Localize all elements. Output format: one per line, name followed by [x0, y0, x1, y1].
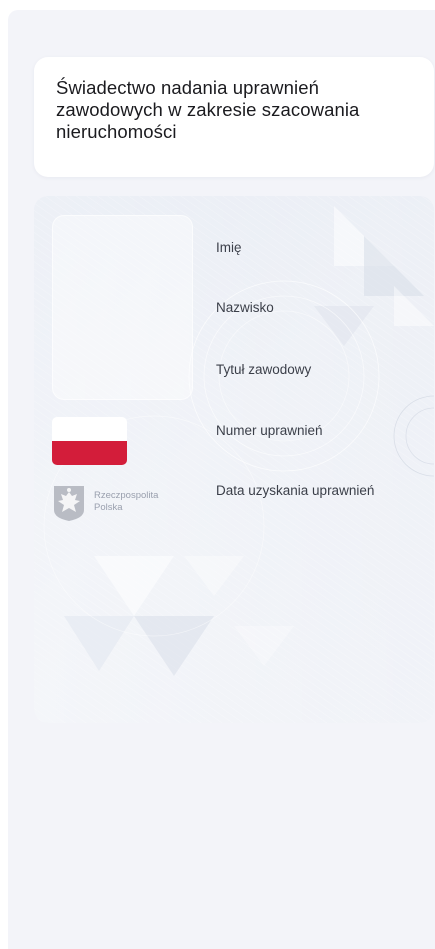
field-license-date-label: Data uzyskania uprawnień: [216, 483, 375, 498]
polish-eagle-emblem-icon: [54, 486, 84, 521]
issuer-line-2: Polska: [94, 502, 123, 513]
polish-flag-icon: [52, 417, 127, 465]
field-license-number-label: Numer uprawnień: [216, 423, 323, 438]
app-screen: Świadectwo nadania uprawnień zawodowych …: [8, 10, 435, 949]
field-first-name-label: Imię: [216, 240, 242, 255]
issuer-name: Rzeczpospolita Polska: [94, 490, 158, 514]
issuer-line-1: Rzeczpospolita: [94, 490, 159, 501]
field-last-name-label: Nazwisko: [216, 300, 274, 315]
document-title: Świadectwo nadania uprawnień zawodowych …: [56, 77, 360, 142]
photo-placeholder: [52, 215, 193, 400]
certificate-card[interactable]: Rzeczpospolita Polska Imię Nazwisko Tytu…: [34, 196, 434, 723]
document-title-card: Świadectwo nadania uprawnień zawodowych …: [34, 57, 434, 177]
field-professional-title-label: Tytuł zawodowy: [216, 362, 312, 377]
